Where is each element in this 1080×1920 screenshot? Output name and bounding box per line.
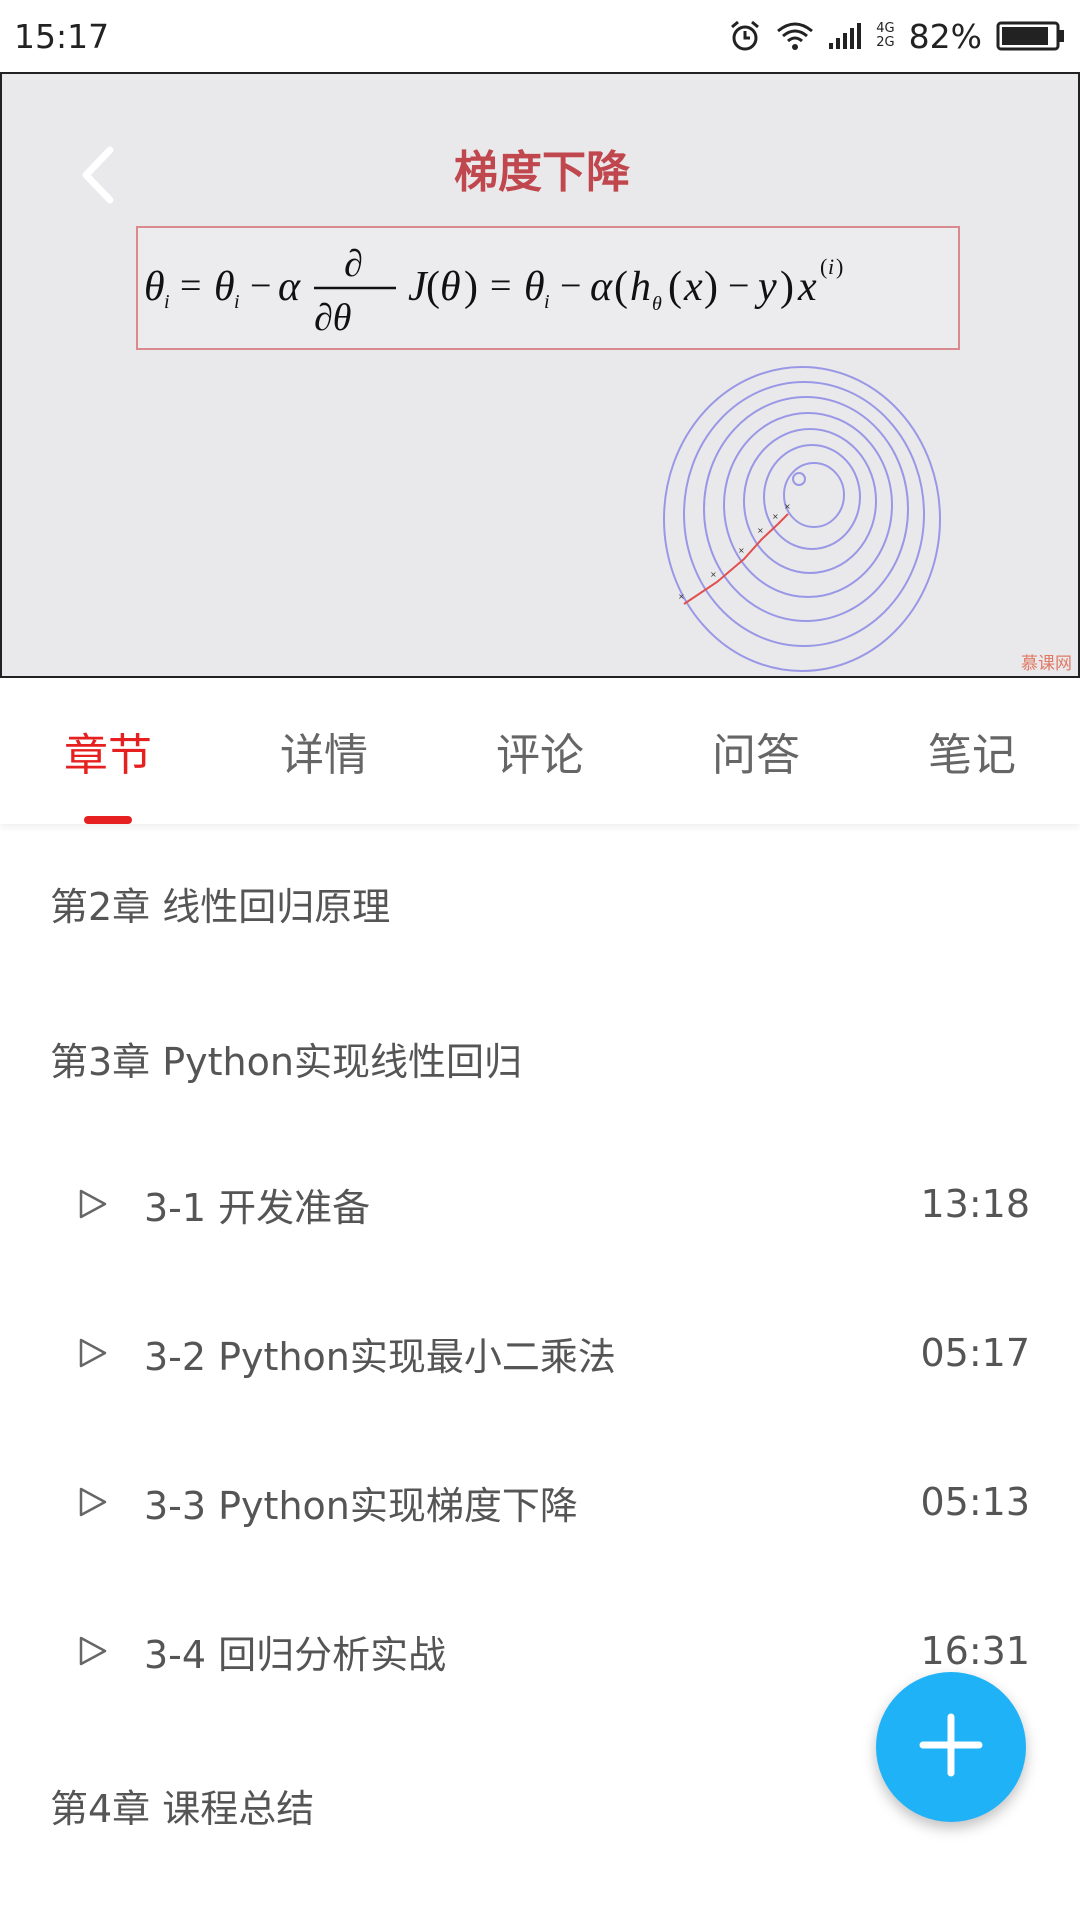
lesson-duration: 05:13 [920, 1480, 1030, 1524]
svg-text:(: ( [820, 254, 827, 279]
svg-text:(: ( [614, 264, 628, 310]
svg-text:i: i [828, 254, 834, 279]
svg-text:×: × [710, 570, 717, 579]
battery-percent: 82% [908, 16, 982, 56]
contour-plot: × × × × × × [663, 366, 941, 672]
video-player[interactable]: 梯度下降 θi = θi − α ∂ ∂θ J ( θ ) = θi − α (… [0, 72, 1080, 678]
svg-text:−: − [250, 265, 271, 307]
svg-text:θ: θ [144, 264, 165, 310]
status-bar: 15:17 4G 2G 82% [0, 0, 1080, 72]
network-4g-label: 4G [876, 21, 895, 36]
active-tab-indicator [84, 816, 132, 824]
svg-text:): ) [836, 254, 843, 279]
alarm-icon [728, 19, 762, 53]
svg-text:θ: θ [214, 264, 235, 310]
chapter-3-heading[interactable]: 第3章 Python实现线性回归 [50, 1031, 522, 1086]
play-icon [78, 1188, 108, 1220]
add-note-button[interactable] [876, 1672, 1026, 1822]
lesson-title: 3-4 回归分析实战 [144, 1632, 447, 1677]
svg-text:×: × [772, 512, 779, 521]
svg-text:×: × [738, 546, 745, 555]
tab-chapters[interactable]: 章节 [0, 678, 216, 824]
svg-text:y: y [754, 264, 777, 310]
lesson-row[interactable]: 3-1 开发准备 13:18 [0, 1164, 1080, 1244]
svg-text:θ: θ [440, 264, 461, 310]
svg-text:i: i [544, 291, 550, 313]
network-type: 4G 2G [876, 22, 894, 50]
tab-qa[interactable]: 问答 [648, 678, 864, 824]
battery-icon [996, 20, 1066, 52]
tab-comments[interactable]: 评论 [432, 678, 648, 824]
svg-text:θ: θ [652, 293, 662, 315]
lesson-title: 3-1 开发准备 [144, 1185, 371, 1230]
svg-text:(: ( [426, 264, 440, 310]
signal-icon [828, 21, 862, 51]
svg-text:x: x [797, 264, 817, 310]
svg-text:i: i [164, 291, 170, 313]
svg-text:): ) [464, 264, 478, 310]
svg-text:×: × [678, 592, 685, 601]
svg-text:∂θ: ∂θ [314, 297, 351, 339]
status-icons: 4G 2G 82% [728, 17, 1066, 56]
svg-text:θ: θ [524, 264, 545, 310]
svg-text:−: − [728, 265, 749, 307]
tab-bar: 章节 详情 评论 问答 笔记 [0, 678, 1080, 824]
tab-notes[interactable]: 笔记 [864, 678, 1080, 824]
chapter-4-heading[interactable]: 第4章 课程总结 [50, 1778, 314, 1833]
svg-text:×: × [784, 502, 791, 511]
svg-text:α: α [278, 264, 301, 310]
svg-text:i: i [234, 291, 240, 313]
tab-details[interactable]: 详情 [216, 678, 432, 824]
plus-icon [919, 1713, 983, 1781]
gradient-descent-formula: θi = θi − α ∂ ∂θ J ( θ ) = θi − α ( hθ (… [136, 226, 960, 350]
svg-text:): ) [780, 264, 794, 310]
svg-text:=: = [490, 265, 511, 307]
svg-text:−: − [560, 265, 581, 307]
svg-text:×: × [757, 526, 764, 535]
lesson-duration: 16:31 [920, 1629, 1030, 1673]
wifi-icon [776, 21, 814, 51]
play-icon [78, 1337, 108, 1369]
slide-title: 梯度下降 [454, 147, 630, 198]
play-icon [78, 1486, 108, 1518]
svg-text:h: h [630, 264, 651, 310]
lesson-title: 3-2 Python实现最小二乘法 [144, 1334, 616, 1379]
network-2g-label: 2G [876, 35, 895, 50]
chapter-2-heading[interactable]: 第2章 线性回归原理 [50, 876, 390, 931]
watermark: 慕课网 [1021, 654, 1072, 674]
svg-text:): ) [704, 264, 718, 310]
svg-text:(: ( [668, 264, 682, 310]
lesson-row[interactable]: 3-2 Python实现最小二乘法 05:17 [0, 1313, 1080, 1393]
svg-text:=: = [180, 265, 201, 307]
svg-text:∂: ∂ [344, 243, 363, 285]
svg-text:x: x [683, 264, 703, 310]
status-time: 15:17 [14, 16, 110, 56]
svg-text:α: α [590, 264, 613, 310]
lesson-duration: 05:17 [920, 1331, 1030, 1375]
play-icon [78, 1635, 108, 1667]
lesson-title: 3-3 Python实现梯度下降 [144, 1483, 578, 1528]
lesson-row[interactable]: 3-3 Python实现梯度下降 05:13 [0, 1462, 1080, 1542]
lesson-duration: 13:18 [920, 1182, 1030, 1226]
